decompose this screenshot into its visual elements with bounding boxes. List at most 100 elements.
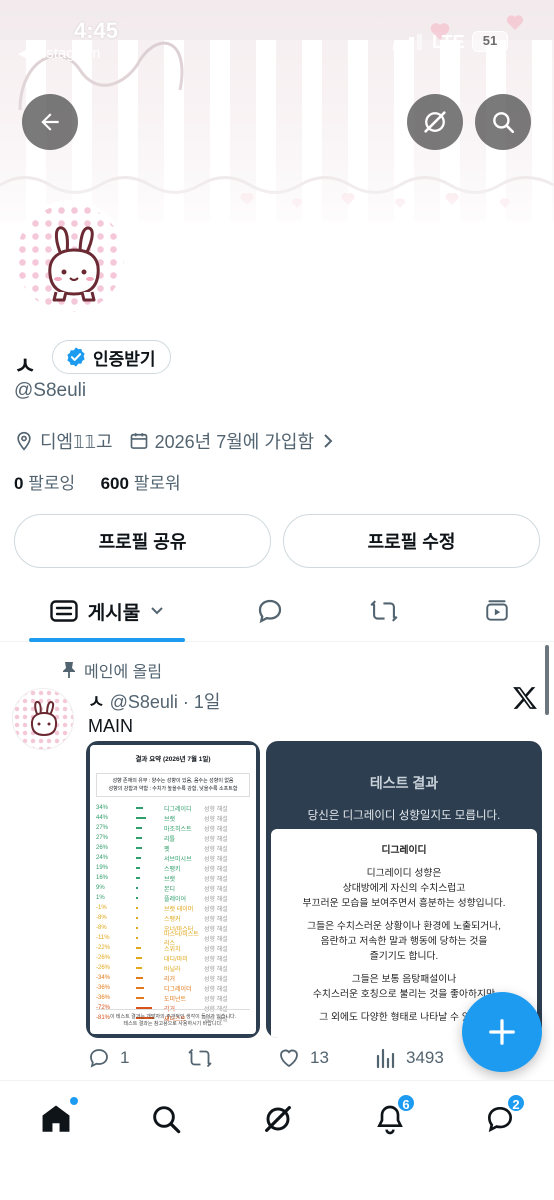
result-row-bar	[136, 917, 138, 919]
nav-grok[interactable]	[258, 1099, 298, 1139]
result-row-tag[interactable]: 성향 해설	[204, 834, 228, 843]
result-row-tag[interactable]: 성향 해설	[204, 864, 228, 873]
result-row-tag[interactable]: 성향 해설	[204, 844, 228, 853]
posts-icon	[50, 600, 78, 622]
result-row-tag[interactable]: 성향 해설	[204, 894, 228, 903]
nav-notifications[interactable]: 6	[370, 1093, 416, 1139]
result-row-tag[interactable]: 성향 해설	[204, 904, 228, 913]
post-author-name[interactable]: ㅅ	[88, 692, 105, 712]
followers-link[interactable]: 600 팔로워	[101, 474, 181, 493]
test-result-title: 테스트 결과	[369, 775, 439, 791]
tab-posts-label: 게시물	[87, 602, 141, 624]
test-result-subtitle: 당신은 디그레이디 성향일지도 모릅니다.	[307, 810, 501, 822]
pinned-indicator: 메인에 올림	[62, 658, 162, 682]
profile-location: 디엠𝟙𝟙고	[40, 432, 113, 452]
result-row: 9% 본디 성향 해설	[90, 883, 256, 893]
result-row-percent: -8%	[96, 915, 107, 921]
result-row-percent: -36%	[96, 995, 111, 1001]
tab-reposts[interactable]	[354, 580, 414, 642]
views-button[interactable]: 3493	[374, 1046, 444, 1070]
tab-replies[interactable]	[240, 580, 300, 642]
result-row-percent: -1%	[96, 905, 107, 911]
tab-posts[interactable]: 게시물	[29, 580, 185, 642]
chevron-down-icon	[151, 607, 163, 615]
edit-profile-button[interactable]: 프로필 수정	[283, 514, 540, 568]
result-row-tag[interactable]: 성향 해설	[204, 934, 228, 943]
compose-button[interactable]	[462, 992, 542, 1072]
result-footer-1: 이 테스트 결과는 개발자의 주관적인 생각이 들어가 있습니다.	[109, 1014, 237, 1020]
result-row: 44% 브랫 성향 해설	[90, 813, 256, 823]
chevron-right-icon[interactable]	[322, 433, 334, 449]
bunny-avatar-icon	[30, 700, 58, 736]
nav-search[interactable]	[146, 1099, 186, 1139]
following-link[interactable]: 0 팔로잉	[14, 474, 75, 493]
result-row-tag[interactable]: 성향 해설	[204, 884, 228, 893]
result-row-tag[interactable]: 성향 해설	[204, 874, 228, 883]
post-author-handle[interactable]: @S8euli	[110, 692, 178, 712]
search-button[interactable]	[475, 94, 531, 150]
result-row-tag[interactable]: 성향 해설	[204, 824, 228, 833]
result-row: -36% 도미넌트 성향 해설	[90, 993, 256, 1003]
like-count: 13	[310, 1048, 329, 1067]
result-row-tag[interactable]: 성향 해설	[204, 954, 228, 963]
result-row-percent: 44%	[96, 815, 109, 821]
post-author-avatar[interactable]	[12, 688, 74, 750]
arrow-left-icon	[41, 113, 59, 131]
result-row-name: 브랫 테이머	[164, 906, 194, 913]
result-row-tag[interactable]: 성향 해설	[204, 804, 228, 813]
result-row-tag[interactable]: 성향 해설	[204, 994, 228, 1003]
result-row-percent: 27%	[96, 825, 109, 831]
grok-button[interactable]	[407, 94, 463, 150]
result-row-tag[interactable]: 성향 해설	[204, 964, 228, 973]
signal-icon	[393, 34, 422, 50]
battery-indicator: 51	[472, 31, 508, 52]
tab-videos[interactable]	[467, 580, 527, 642]
location-icon	[17, 431, 31, 451]
result-row-tag[interactable]: 성향 해설	[204, 924, 228, 933]
result-footer-2: 테스트 결과는 참고용으로 사용하시기 바랍니다.	[123, 1021, 223, 1027]
calendar-icon	[130, 433, 147, 449]
result-row-tag[interactable]: 성향 해설	[204, 974, 228, 983]
back-to-app-link[interactable]: ◀ Instagram	[18, 44, 100, 62]
active-tab-indicator	[29, 638, 185, 642]
status-time: 4:45	[74, 18, 119, 43]
result-row-tag[interactable]: 성향 해설	[204, 984, 228, 993]
result-row: -1% 브랫 테이머 성향 해설	[90, 903, 256, 913]
result-row-bar	[136, 987, 144, 989]
nav-home[interactable]	[36, 1097, 78, 1139]
get-verified-label: 인증받기	[93, 349, 156, 369]
result-row-tag[interactable]: 성향 해설	[204, 914, 228, 923]
result-legend-line-1: 성향 존재의 유무 : 양수는 성향이 있음, 음수는 성향이 없음	[112, 778, 234, 784]
result-row-name: 디그레이디	[163, 806, 192, 813]
result-row-tag[interactable]: 성향 해설	[204, 944, 228, 953]
result-row-bar	[136, 957, 142, 959]
nav-messages[interactable]: 2	[480, 1093, 526, 1139]
result-legend-line-2: 성향의 강함과 약함 : 수치가 높을수록 강함, 낮을수록 소프트함	[108, 786, 238, 792]
reply-button[interactable]: 1	[86, 1046, 129, 1070]
post-image-result-summary[interactable]: 결과 요약 (2026년 7월 1일) 성향 존재의 유무 : 양수는 성향이 …	[86, 741, 260, 1038]
get-verified-button[interactable]: 인증받기	[52, 340, 171, 374]
like-button[interactable]: 13	[276, 1046, 329, 1070]
result-row-name: 서브미시브	[163, 856, 192, 863]
profile-avatar[interactable]	[12, 200, 128, 316]
network-type: LTE	[432, 32, 465, 52]
result-row-name: 브랫	[163, 816, 176, 823]
result-row-bar	[136, 877, 140, 879]
result-row-tag[interactable]: 성향 해설	[204, 854, 228, 863]
result-row-bar	[136, 857, 142, 859]
back-button[interactable]	[22, 94, 78, 150]
bunny-avatar-icon	[48, 226, 100, 302]
post-header: ㅅ @S8euli · 1일	[88, 692, 221, 712]
result-row-tag[interactable]: 성향 해설	[204, 814, 228, 823]
views-icon	[376, 1048, 395, 1069]
result-row: -11% 마스터/미스트리스 성향 해설	[90, 932, 256, 947]
share-profile-button[interactable]: 프로필 공유	[14, 514, 271, 568]
result-row-percent: -8%	[96, 925, 107, 931]
post-text: MAIN	[88, 716, 133, 736]
repost-button[interactable]	[186, 1046, 222, 1070]
result-row-name: 본디	[164, 886, 176, 893]
result-row-percent: -26%	[96, 965, 111, 971]
result-row-name: 마조히스트	[163, 826, 192, 833]
result-row-name: 펫	[163, 846, 170, 853]
scrollbar[interactable]	[545, 645, 549, 715]
